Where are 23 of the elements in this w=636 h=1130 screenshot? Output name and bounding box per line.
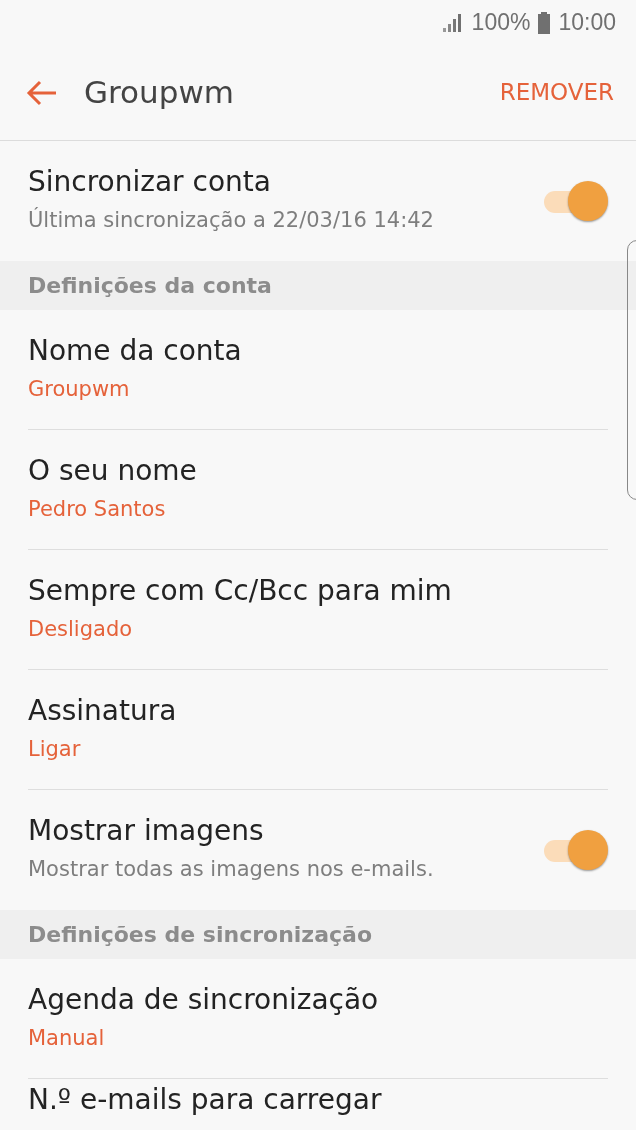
section-header: Definições de sincronização [28,921,372,949]
setting-title[interactable]: Agenda de sincronização [28,982,608,1017]
setting-description: Mostrar todas as imagens nos e-mails. [28,856,435,884]
battery-percent: 100% [471,8,531,38]
setting-value: Pedro Santos [28,495,167,523]
setting-title[interactable]: Nome da conta [28,333,608,368]
battery-icon [538,11,551,34]
setting-title[interactable]: Assinatura [28,693,608,728]
setting-title[interactable]: N.º e-mails para carregar [28,1085,608,1116]
signal-icon [441,13,464,32]
setting-title[interactable]: Sempre com Cc/Bcc para mim [28,573,608,608]
setting-title[interactable]: Sincronizar conta [28,165,538,200]
screen-title: Groupwm [84,73,234,113]
clock-time: 10:00 [558,8,616,38]
setting-value: Groupwm [28,375,131,403]
setting-value: Ligar [28,735,82,763]
setting-description: Última sincronização a 22/03/16 14:42 [28,206,435,235]
setting-value: Desligado [28,615,134,643]
setting-value: Manual [28,1024,106,1052]
back-button[interactable] [26,79,58,106]
setting-title[interactable]: O seu nome [28,453,608,488]
section-header: Definições da conta [28,272,272,300]
setting-title[interactable]: Mostrar imagens [28,814,538,849]
